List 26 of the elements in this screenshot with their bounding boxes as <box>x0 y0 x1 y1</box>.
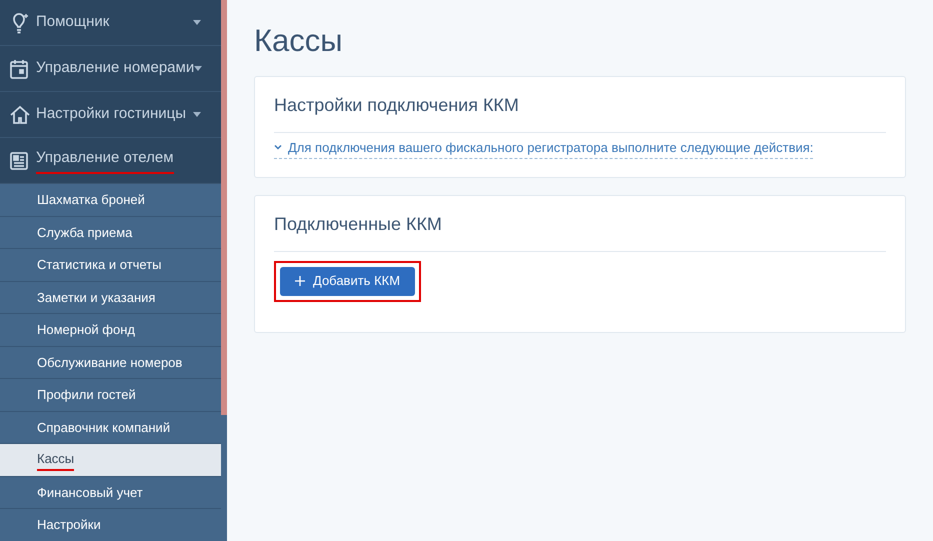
submenu-item[interactable]: Профили гостей <box>0 379 221 412</box>
submenu-item[interactable]: Статистика и отчеты <box>0 249 221 282</box>
menu-section[interactable]: Настройки гостиницы <box>36 103 186 126</box>
submenu-item[interactable]: Заметки и указания <box>0 282 221 314</box>
submenu-item[interactable]: Шахматка броней <box>0 184 221 216</box>
instructions-link[interactable]: Для подключения вашего фискального регистратора выполните следующие действия: <box>274 138 814 158</box>
submenu-item[interactable]: Обслуживание номеров <box>0 346 221 379</box>
menu-section[interactable]: Управление номерами <box>36 57 194 80</box>
submenu-item[interactable]: Справочник компаний <box>0 412 221 444</box>
submenu-item[interactable]: Служба приема <box>0 216 221 249</box>
add-button[interactable]: Добавить ККМ <box>280 266 416 296</box>
card-title: Подключенные ККМ <box>274 196 886 252</box>
submenu-item[interactable]: Финансовый учет <box>0 476 221 509</box>
submenu-item[interactable]: Кассы <box>0 444 221 476</box>
scrollbar-thumb[interactable] <box>221 0 227 415</box>
house-icon <box>9 104 31 126</box>
submenu-item[interactable]: Настройки <box>0 509 221 541</box>
submenu-item[interactable]: Номерной фонд <box>0 314 221 346</box>
calendar-icon <box>9 58 29 80</box>
menu-section[interactable]: Управление отелем <box>36 147 174 174</box>
page-title: Кассы <box>254 25 344 56</box>
plus-icon <box>295 276 305 286</box>
dashboard-icon <box>9 150 29 170</box>
card-title: Настройки подключения ККМ <box>274 77 886 133</box>
chevron-down-icon <box>274 145 282 150</box>
menu-section[interactable]: Помощник <box>36 11 110 34</box>
